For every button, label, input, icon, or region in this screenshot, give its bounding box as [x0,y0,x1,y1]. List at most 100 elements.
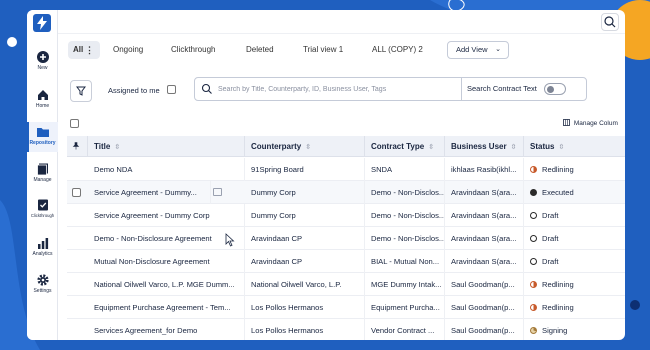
cell-title-text: National Oilwell Varco, L.P. MGE Dumm... [94,280,235,289]
column-header-label: Business User [451,142,507,151]
table-row[interactable]: Mutual Non-Disclosure Agreement Aravindaa… [67,250,625,273]
sidebar-item-settings[interactable]: Settings [27,273,58,294]
tab-clickthrough[interactable]: Clickthrough [171,41,215,59]
cell-counterparty: Aravindaan CP [245,227,365,250]
sidebar: New Home Repository Manage Clickthrough … [27,10,58,340]
sidebar-item-label: Settings [33,288,52,294]
search-input[interactable] [218,78,453,100]
table-row[interactable]: Service Agreement - Dummy... Dummy Corp De… [67,181,625,204]
search-bar: Search Contract Text [194,77,587,101]
sidebar-item-analytics[interactable]: Analytics [27,236,58,257]
sidebar-item-label: Clickthrough [30,213,55,218]
columns-icon [563,119,570,126]
manage-columns-label: Manage Colum [573,120,618,127]
pin-column-header[interactable] [67,136,88,157]
column-header-counterparty[interactable]: Counterparty ⇳ [245,136,365,157]
tab-label: All [73,45,84,54]
checklist-icon [37,199,48,211]
cell-title[interactable]: Service Agreement - Dummy... [88,181,211,204]
column-header-business-user[interactable]: Business User ⇳ [445,136,524,157]
cell-title[interactable]: National Oilwell Varco, L.P. MGE Dumm... [88,273,245,296]
cell-counterparty: Dummy Corp [245,181,365,204]
cell-business-user-text: Saul Goodman(p... [451,326,515,335]
cell-status-text: Draft [542,234,559,243]
filter-icon [76,86,86,96]
search-contract-text-toggle[interactable] [544,83,566,95]
open-side-panel-icon[interactable] [213,188,222,196]
cell-contract-type-text: Demo - Non-Disclos... [371,211,445,220]
cell-counterparty: Dummy Corp [245,204,365,227]
column-header-status[interactable]: Status ⇳ [524,136,625,157]
table-row[interactable]: Services Agreement_for Demo Los Pollos He… [67,319,625,340]
table-row[interactable]: Demo - Non-Disclosure Agreement Aravindaa… [67,227,625,250]
sort-icon[interactable]: ⇳ [511,144,517,151]
cell-status: Redlining [524,273,625,296]
pin-icon [72,142,80,150]
top-search-button[interactable] [601,13,619,31]
cell-counterparty: 91Spring Board [245,158,365,181]
cell-status-text: Redlining [542,165,574,174]
tab-ongoing[interactable]: Ongoing [113,41,143,59]
cell-counterparty: Los Pollos Hermanos [245,319,365,340]
sort-icon[interactable]: ⇳ [558,144,564,151]
gear-icon [36,274,49,286]
sidebar-item-repository[interactable]: Repository [27,122,58,152]
cell-title[interactable]: Demo NDA [88,158,245,181]
cell-title[interactable]: Demo - Non-Disclosure Agreement [88,227,245,250]
tab-deleted[interactable]: Deleted [246,41,274,59]
cell-business-user: Aravindaan S(ara... [445,227,524,250]
cell-business-user-text: ikhlaas Rasib(ikhl... [451,165,517,174]
table-row[interactable]: National Oilwell Varco, L.P. MGE Dumm...… [67,273,625,296]
sidebar-item-new[interactable]: New [27,50,58,71]
search-divider [461,78,462,100]
status-redlining-icon [530,281,537,288]
cell-business-user: Saul Goodman(p... [445,273,524,296]
lightning-bolt-icon[interactable] [33,14,51,32]
chevron-down-icon: ⌄ [495,46,501,53]
column-header-contract-type[interactable]: Contract Type ⇳ [365,136,445,157]
tab-all[interactable]: All ⋮ [68,41,100,59]
sort-icon[interactable]: ⇳ [428,144,434,151]
cell-contract-type: Demo - Non-Disclos... [365,227,445,250]
manage-columns-button[interactable]: Manage Colum [563,119,618,127]
sidebar-item-home[interactable]: Home [27,88,58,109]
cell-status-text: Draft [542,211,559,220]
table-row[interactable]: Service Agreement - Dummy Corp Dummy Corp… [67,204,625,227]
sort-icon[interactable]: ⇳ [305,144,311,151]
tab-all-copy-2[interactable]: ALL (COPY) 2 [372,41,423,59]
bar-chart-icon [37,238,48,249]
cell-title[interactable]: Equipment Purchase Agreement - Tem... [88,296,245,319]
cell-title[interactable]: Service Agreement - Dummy Corp [88,204,245,227]
view-tabs: All ⋮ Ongoing Clickthrough Deleted Trial… [58,41,625,59]
sidebar-item-clickthrough[interactable]: Clickthrough [27,198,58,219]
filter-button[interactable] [70,80,92,102]
table-row[interactable]: Equipment Purchase Agreement - Tem... Los… [67,296,625,319]
cell-business-user-text: Aravindaan S(ara... [451,211,517,220]
cell-contract-type: Equipment Purcha... [365,296,445,319]
tab-trial-view-1[interactable]: Trial view 1 [303,41,343,59]
sidebar-item-label: Home [35,103,50,109]
add-view-button[interactable]: Add View ⌄ [447,41,509,59]
cell-business-user: Aravindaan S(ara... [445,250,524,273]
assigned-to-me-checkbox[interactable] [166,85,176,94]
plus-circle-icon [36,51,49,63]
cell-title[interactable]: Services Agreement_for Demo [88,319,245,340]
home-icon [37,90,48,100]
cell-status: Draft [524,204,625,227]
column-header-title[interactable]: Title ⇳ [88,136,245,157]
status-executed-icon [530,189,537,196]
cell-business-user: Saul Goodman(p... [445,296,524,319]
select-all-checkbox[interactable] [70,119,79,128]
cell-counterparty-text: Aravindaan CP [251,257,303,266]
cell-status-text: Redlining [542,303,574,312]
row-checkbox[interactable] [72,188,81,197]
sort-icon[interactable]: ⇳ [114,144,120,151]
sidebar-item-label: Analytics [32,251,53,257]
more-options-icon[interactable]: ⋮ [85,41,94,59]
table-row[interactable]: Demo NDA 91Spring Board SNDA ikhlaas Rasib(… [67,158,625,181]
sidebar-item-manage[interactable]: Manage [27,162,58,183]
status-redlining-icon [530,304,537,311]
assigned-to-me-filter[interactable]: Assigned to me [108,85,176,96]
cell-counterparty-text: Dummy Corp [251,188,296,197]
cell-title[interactable]: Mutual Non-Disclosure Agreement [88,250,245,273]
